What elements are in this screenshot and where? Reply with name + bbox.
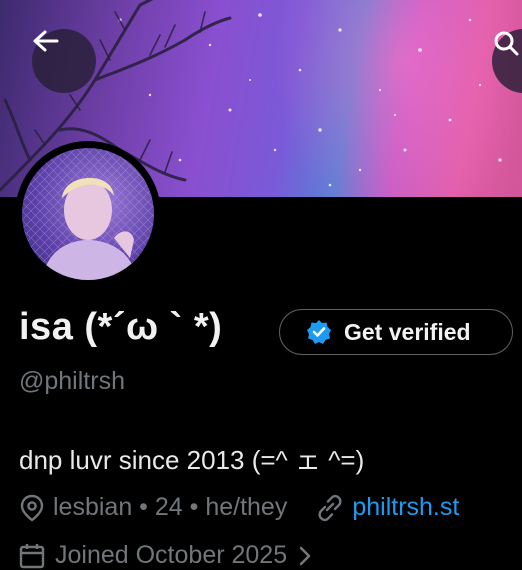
get-verified-button[interactable]: Get verified — [279, 309, 513, 355]
link-icon — [318, 494, 342, 521]
back-button[interactable] — [32, 29, 96, 93]
display-name: isa (*´ω ` *) — [19, 306, 223, 348]
joined-date-text: Joined October 2025 — [55, 541, 288, 569]
chevron-right-icon — [299, 546, 311, 565]
verified-badge-icon — [307, 320, 331, 344]
get-verified-label: Get verified — [344, 318, 471, 345]
avatar[interactable] — [22, 148, 154, 280]
arrow-left-icon — [33, 30, 59, 52]
user-handle: @philtrsh — [19, 367, 125, 395]
search-icon — [494, 31, 519, 56]
location-pin-icon — [20, 494, 44, 521]
avatar-image — [22, 148, 154, 280]
joined-date-row[interactable]: Joined October 2025 — [19, 541, 313, 570]
profile-bio: dnp luvr since 2013 (=^ ェ ^=) — [19, 445, 365, 475]
profile-meta-row: lesbian • 24 • he/they philtrsh.st — [19, 493, 459, 522]
calendar-icon — [19, 543, 45, 568]
website-link[interactable]: philtrsh.st — [352, 493, 459, 522]
location-text: lesbian • 24 • he/they — [53, 493, 288, 521]
display-name-row: isa (*´ω ` *) — [19, 306, 222, 349]
